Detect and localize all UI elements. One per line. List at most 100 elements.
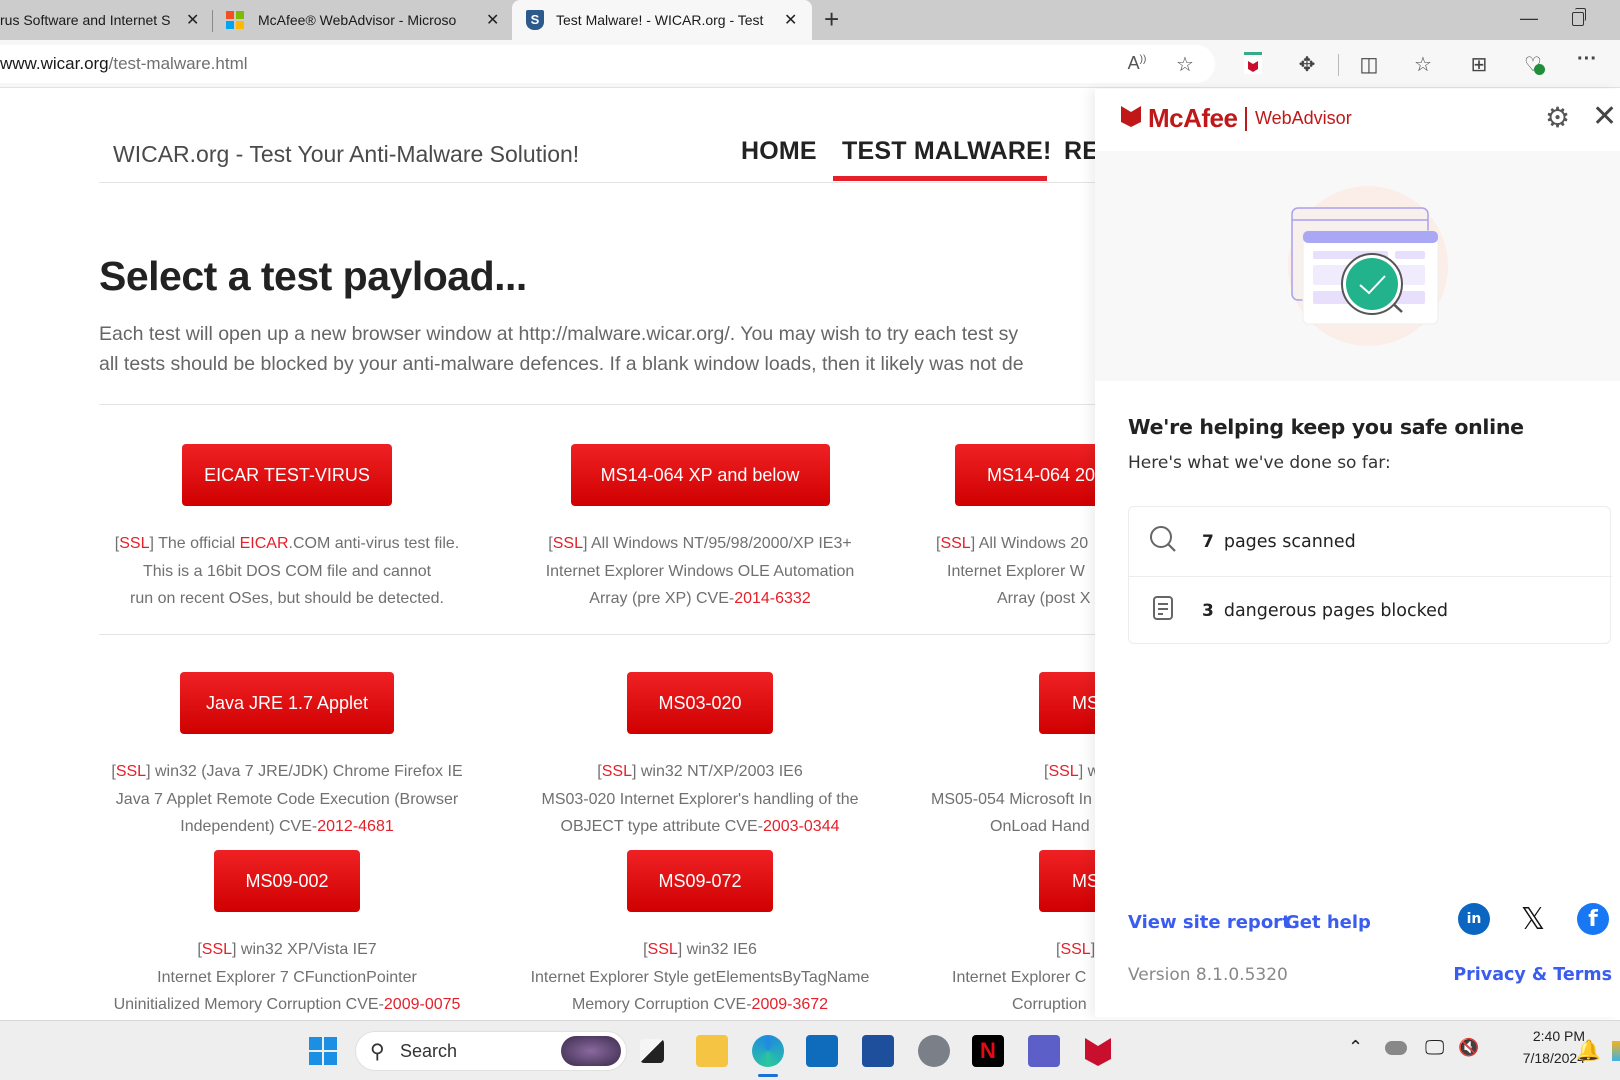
split-screen-icon[interactable]: ◫ bbox=[1356, 52, 1382, 77]
nav-test-malware[interactable]: TEST MALWARE! bbox=[842, 137, 1052, 166]
favorite-star-icon[interactable]: ☆ bbox=[1172, 52, 1198, 77]
ssl-link[interactable]: SSL bbox=[202, 941, 232, 958]
facebook-icon[interactable]: f bbox=[1577, 903, 1609, 935]
edge-browser-icon[interactable] bbox=[752, 1035, 784, 1067]
ssl-link[interactable]: SSL bbox=[553, 535, 583, 552]
file-explorer-icon[interactable] bbox=[696, 1035, 728, 1067]
payload-card: MS09-002 [SSL] win32 XP/Vista IE7 Intern… bbox=[77, 850, 497, 1017]
linkedin-icon[interactable]: in bbox=[1458, 903, 1490, 935]
close-tab-icon[interactable]: ✕ bbox=[486, 10, 499, 30]
shield-favicon-icon: S bbox=[526, 10, 544, 30]
onedrive-cloud-icon[interactable] bbox=[1385, 1041, 1407, 1055]
nav-re[interactable]: RE bbox=[1064, 137, 1095, 166]
cve-link[interactable]: 2003-0344 bbox=[763, 818, 840, 835]
close-tab-icon[interactable]: ✕ bbox=[784, 10, 797, 30]
desc-text: Internet Explorer W bbox=[947, 562, 1085, 580]
settings-gear-icon[interactable] bbox=[918, 1035, 950, 1067]
payload-description: [SSL] All Windows 20 Internet Explorer W… bbox=[930, 530, 1095, 613]
product-name: WebAdvisor bbox=[1254, 108, 1352, 128]
tab-title: rus Software and Internet S bbox=[0, 12, 171, 28]
more-options-icon[interactable]: ··· bbox=[1574, 48, 1600, 71]
netflix-icon[interactable]: N bbox=[972, 1035, 1004, 1067]
mcafee-taskbar-icon[interactable] bbox=[1082, 1035, 1114, 1067]
gear-icon[interactable]: ⚙ bbox=[1545, 101, 1570, 134]
volume-muted-icon[interactable]: 🔇 bbox=[1458, 1038, 1479, 1058]
tab-2[interactable]: McAfee® WebAdvisor - Microso ✕ bbox=[216, 0, 506, 40]
teams-new-icon[interactable] bbox=[1028, 1035, 1060, 1067]
safe-scan-illustration bbox=[1291, 207, 1439, 325]
address-bar[interactable]: www.wicar.org/test-malware.html A)) ☆ bbox=[0, 45, 1215, 83]
ssl-link[interactable]: SSL bbox=[940, 535, 970, 552]
close-tab-icon[interactable]: ✕ bbox=[186, 10, 199, 30]
desc-text: MS05-054 Microsoft In bbox=[931, 790, 1092, 808]
view-site-report-link[interactable]: View site report bbox=[1128, 912, 1291, 933]
section-divider bbox=[99, 634, 1095, 635]
windows-start-icon[interactable] bbox=[307, 1035, 339, 1067]
cve-link[interactable]: 2014-6332 bbox=[734, 590, 811, 607]
ms14-064-xp-button[interactable]: MS14-064 XP and below bbox=[570, 444, 830, 506]
payload-card: MS14-064 20 [SSL] All Windows 20 Interne… bbox=[930, 444, 1095, 613]
nav-home[interactable]: HOME bbox=[741, 137, 817, 166]
new-tab-button[interactable]: + bbox=[824, 4, 839, 35]
ssl-link[interactable]: SSL bbox=[602, 763, 632, 780]
close-icon[interactable]: ✕ bbox=[1592, 99, 1617, 134]
show-hidden-icons-chevron[interactable]: ⌃ bbox=[1348, 1037, 1363, 1058]
read-aloud-icon[interactable]: A)) bbox=[1124, 53, 1150, 74]
ssl-link[interactable]: SSL bbox=[1060, 941, 1090, 958]
ssl-link[interactable]: SSL bbox=[648, 941, 678, 958]
payload-card: MS03-020 [SSL] win32 NT/XP/2003 IE6 MS03… bbox=[490, 672, 910, 841]
desc-text: Corruption bbox=[1012, 996, 1087, 1013]
minimize-button[interactable]: — bbox=[1520, 8, 1538, 29]
collections-icon[interactable]: ⊞ bbox=[1466, 52, 1492, 77]
tab-1[interactable]: rus Software and Internet S ✕ bbox=[0, 0, 208, 40]
ssl-link[interactable]: SSL bbox=[1048, 763, 1078, 780]
search-highlight-image[interactable] bbox=[561, 1036, 621, 1066]
clock-date[interactable]: 7/18/2024 bbox=[1490, 1050, 1585, 1066]
extensions-puzzle-icon[interactable]: ✥ bbox=[1294, 52, 1320, 77]
tab-3-active[interactable]: S Test Malware! - WICAR.org - Test ✕ bbox=[512, 0, 812, 40]
browser-essentials-icon[interactable]: ♡ bbox=[1520, 52, 1546, 77]
outlook-new-icon[interactable] bbox=[806, 1035, 838, 1067]
toolbar-divider bbox=[1338, 54, 1339, 76]
payload-description: [SSL] win32 XP/Vista IE7 Internet Explor… bbox=[113, 941, 461, 1013]
privacy-terms-link[interactable]: Privacy & Terms bbox=[1453, 965, 1612, 985]
get-help-link[interactable]: Get help bbox=[1285, 912, 1371, 933]
desc-text: win32 XP/Vista IE7 bbox=[240, 941, 377, 958]
desc-text: Uninitialized Memory Corruption CVE- bbox=[113, 996, 384, 1013]
ssl-link[interactable]: SSL bbox=[119, 535, 149, 552]
ms09-002-button[interactable]: MS09-002 bbox=[214, 850, 360, 912]
eicar-link[interactable]: EICAR bbox=[240, 535, 289, 552]
url-path: /test-malware.html bbox=[108, 54, 248, 73]
notification-bell-icon[interactable]: 🔔 bbox=[1576, 1038, 1601, 1063]
ms-partial-button[interactable]: MS bbox=[1039, 850, 1095, 912]
desc-text: Memory Corruption CVE- bbox=[571, 996, 752, 1013]
ssl-link[interactable]: SSL bbox=[116, 763, 146, 780]
java-jre-applet-button[interactable]: Java JRE 1.7 Applet bbox=[180, 672, 394, 734]
taskbar-search-box[interactable]: ⚲ Search bbox=[355, 1031, 627, 1071]
network-icon[interactable]: 🖵 bbox=[1425, 1037, 1444, 1060]
site-title[interactable]: WICAR.org - Test Your Anti-Malware Solut… bbox=[113, 141, 579, 168]
favorites-list-icon[interactable]: ☆ bbox=[1410, 52, 1436, 77]
payload-card: EICAR TEST-VIRUS [SSL] The official EICA… bbox=[77, 444, 497, 613]
url-text[interactable]: www.wicar.org/test-malware.html bbox=[0, 54, 248, 74]
cve-link[interactable]: 2009-3672 bbox=[752, 996, 829, 1013]
ms05-054-button[interactable]: MS bbox=[1039, 672, 1095, 734]
active-nav-indicator bbox=[833, 176, 1047, 181]
mcafee-extension-icon[interactable] bbox=[1240, 52, 1266, 82]
eicar-test-virus-button[interactable]: EICAR TEST-VIRUS bbox=[182, 444, 392, 506]
active-app-indicator bbox=[758, 1074, 778, 1077]
microsoft-store-icon[interactable] bbox=[862, 1035, 894, 1067]
cve-link[interactable]: 2009-0075 bbox=[384, 996, 461, 1013]
restore-button[interactable] bbox=[1572, 8, 1586, 26]
task-view-icon[interactable] bbox=[640, 1039, 664, 1063]
cve-link[interactable]: 2012-4681 bbox=[317, 818, 394, 835]
desc-text: OnLoad Hand bbox=[990, 818, 1090, 835]
copilot-icon[interactable] bbox=[1612, 1041, 1620, 1061]
payload-description: [SSL] The official EICAR.COM anti-virus … bbox=[114, 535, 460, 607]
clock-time[interactable]: 2:40 PM bbox=[1505, 1028, 1585, 1044]
ms09-072-button[interactable]: MS09-072 bbox=[627, 850, 773, 912]
x-twitter-icon[interactable]: 𝕏 bbox=[1517, 902, 1549, 937]
ms14-064-2003-button[interactable]: MS14-064 20 bbox=[955, 444, 1095, 506]
ms03-020-button[interactable]: MS03-020 bbox=[627, 672, 773, 734]
tab-separator bbox=[212, 10, 213, 32]
